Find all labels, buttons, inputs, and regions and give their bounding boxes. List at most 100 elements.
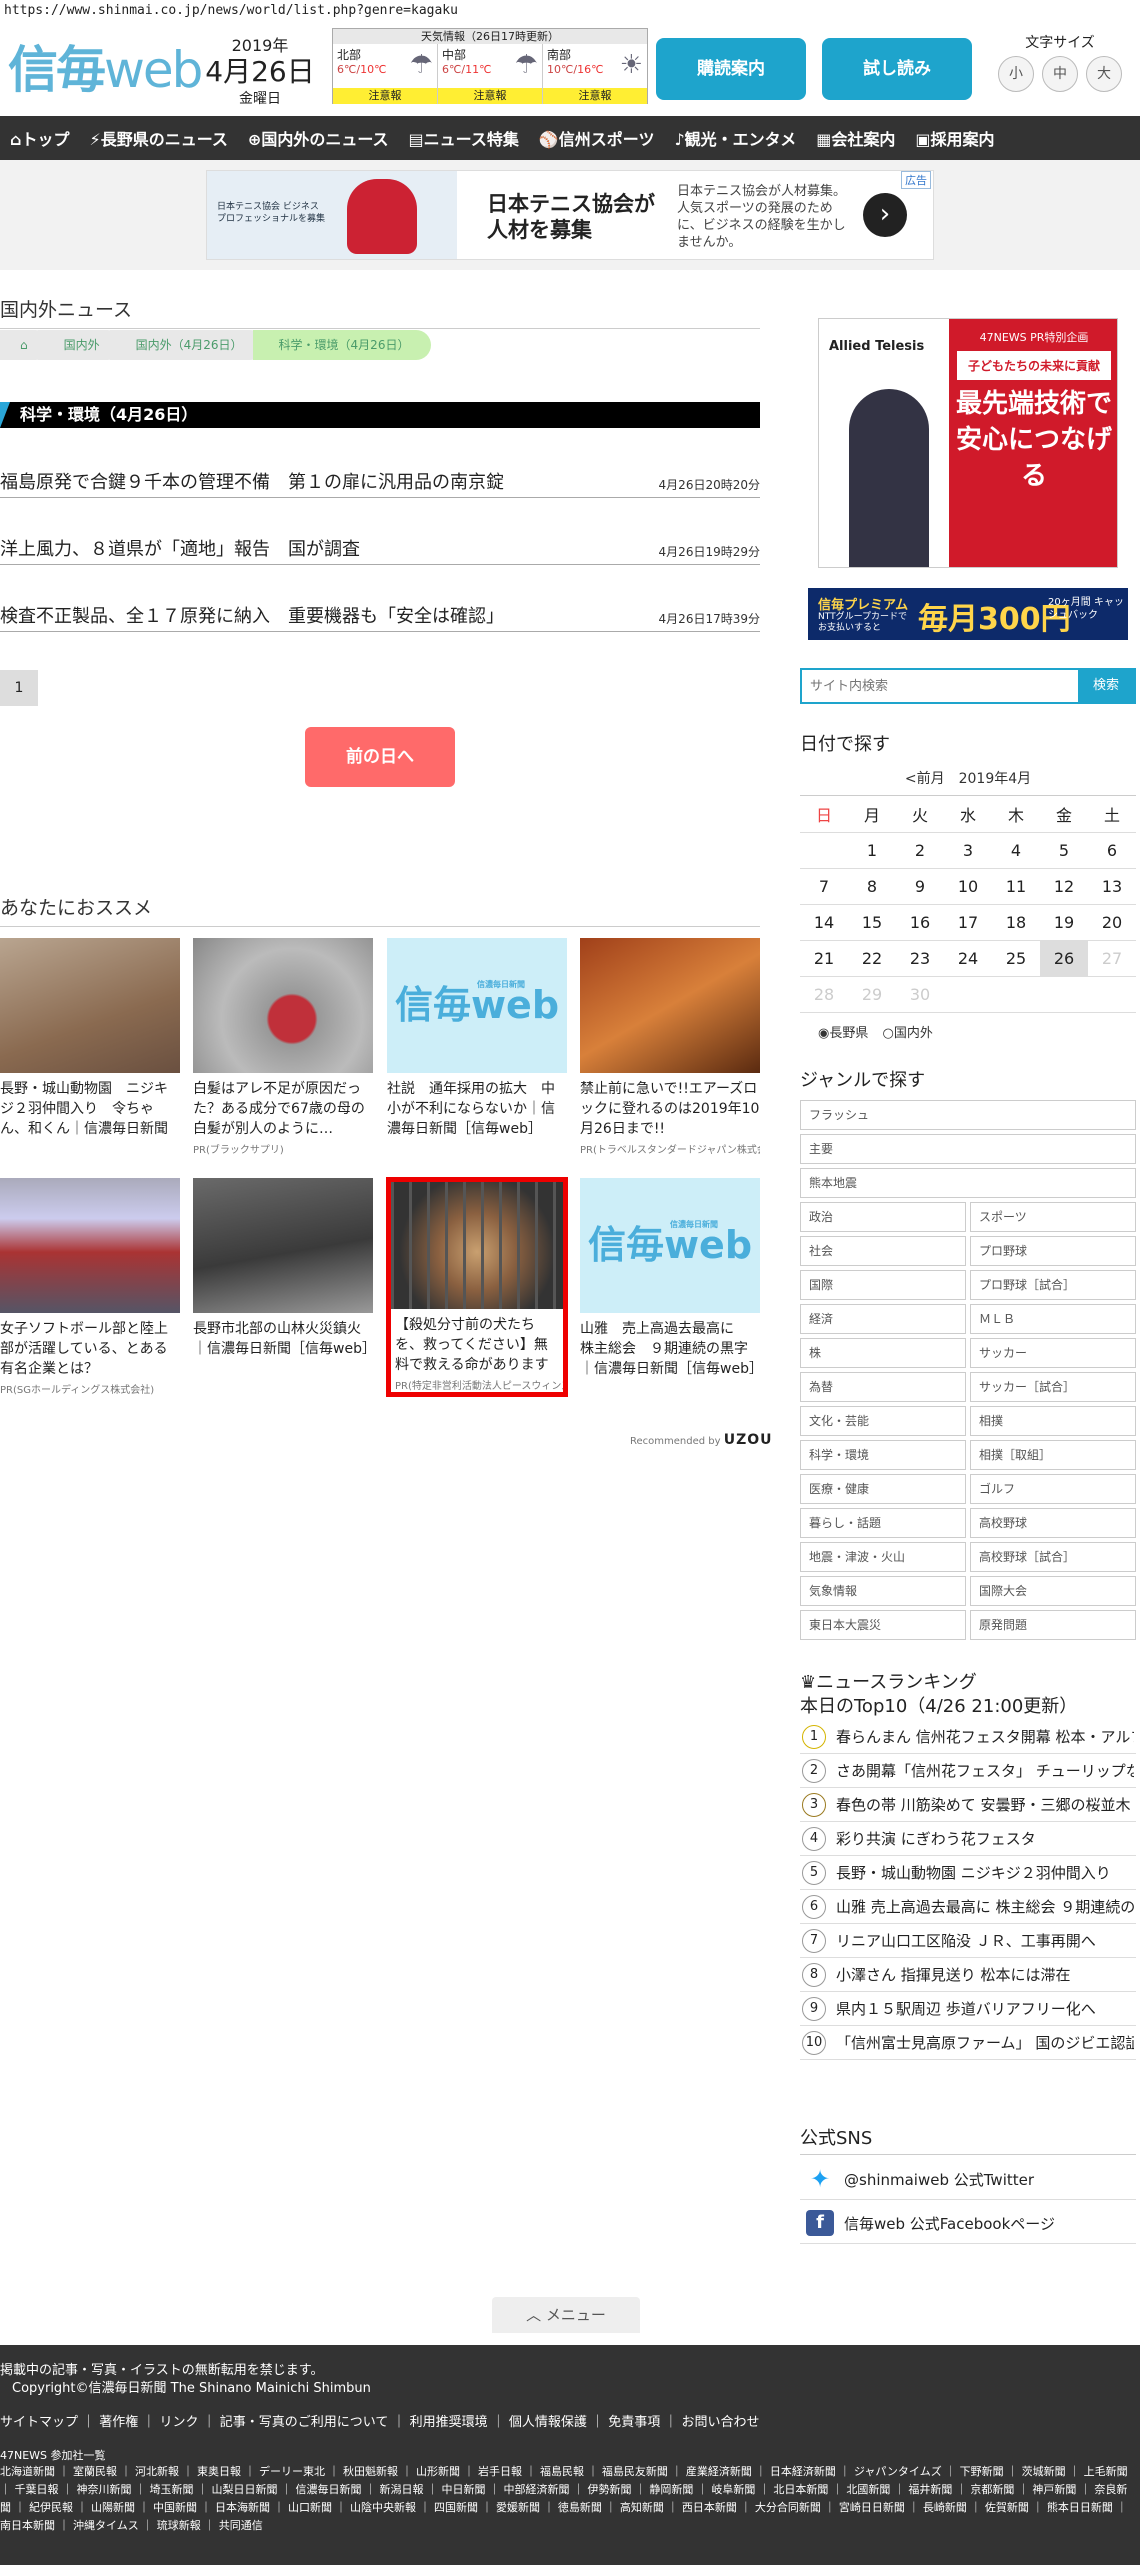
genre-item[interactable]: 為替 bbox=[800, 1372, 966, 1402]
genre-item[interactable]: 社会 bbox=[800, 1236, 966, 1266]
genre-item[interactable]: 暮らし・話題 bbox=[800, 1508, 966, 1538]
ranking-item[interactable]: 6 山雅 売上高過去最高に 株主総会 ９期連続の黒字 bbox=[800, 1890, 1136, 1924]
weather-region-north[interactable]: 北部 6℃/10℃ ☂ 注意報 bbox=[333, 44, 438, 104]
genre-item[interactable]: スポーツ bbox=[970, 1202, 1136, 1232]
weather-region-central[interactable]: 中部 6℃/11℃ ☂ 注意報 bbox=[438, 44, 543, 104]
calendar-day[interactable]: 18 bbox=[992, 904, 1040, 941]
recommended-by[interactable]: Recommended by UZOU bbox=[630, 1432, 773, 1448]
genre-item[interactable]: 地震・津波・火山 bbox=[800, 1542, 966, 1572]
side-ad[interactable]: Allied Telesis 47NEWS PR特別企画 子どもたちの未来に貢献… bbox=[818, 318, 1118, 568]
article-row[interactable]: 洋上風力、８道県が「適地」報告 国が調査 4月26日19時29分 bbox=[0, 535, 760, 565]
banner-ad[interactable]: 日本テニス協会 ビジネスプロフェッショナルを募集 日本テニス協会が人材を募集 日… bbox=[206, 170, 934, 260]
prev-day-button[interactable]: 前の日へ bbox=[305, 727, 455, 787]
calendar-day-today[interactable]: 26 bbox=[1040, 940, 1088, 977]
menu-toggle[interactable]: ︿ メニュー bbox=[492, 2297, 640, 2333]
trial-read-button[interactable]: 試し読み bbox=[822, 38, 972, 100]
genre-item[interactable]: 相撲［取組］ bbox=[970, 1440, 1136, 1470]
radio-nagano[interactable]: ◉長野県 bbox=[818, 1026, 868, 1041]
search-button[interactable]: 検索 bbox=[1078, 670, 1134, 702]
nav-sports[interactable]: ⚾信州スポーツ bbox=[529, 126, 665, 150]
nav-company[interactable]: ▦会社案内 bbox=[806, 126, 905, 150]
footer-member-list[interactable]: 北海道新聞 ｜ 室蘭民報 ｜ 河北新報 ｜ 東奥日報 ｜ デーリー東北 ｜ 秋田… bbox=[0, 2463, 1136, 2535]
nav-top[interactable]: ⌂トップ bbox=[0, 126, 79, 150]
ranking-item[interactable]: 1 春らんまん 信州花フェスタ開幕 松本・アルプス公園 bbox=[800, 1720, 1136, 1754]
genre-item[interactable]: ゴルフ bbox=[970, 1474, 1136, 1504]
calendar-day[interactable]: 1 bbox=[848, 832, 896, 869]
calendar-day[interactable]: 5 bbox=[1040, 832, 1088, 869]
calendar-day[interactable]: 13 bbox=[1088, 868, 1136, 905]
ranking-item[interactable]: 7 リニア山口工区陥没 ＪＲ、工事再開へ bbox=[800, 1924, 1136, 1958]
genre-item[interactable]: 高校野球［試合］ bbox=[970, 1542, 1136, 1572]
ranking-item-title[interactable]: 春らんまん 信州花フェスタ開幕 松本・アルプス公園 bbox=[836, 1726, 1134, 1747]
calendar-day[interactable]: 19 bbox=[1040, 904, 1088, 941]
genre-item[interactable]: フラッシュ bbox=[800, 1100, 1136, 1130]
weather-widget[interactable]: 天気情報（26日17時更新） 北部 6℃/10℃ ☂ 注意報 中部 6℃/11℃… bbox=[332, 28, 648, 104]
article-title[interactable]: 洋上風力、８道県が「適地」報告 国が調査 bbox=[0, 535, 360, 561]
genre-item[interactable]: 政治 bbox=[800, 1202, 966, 1232]
pagination-page-1[interactable]: 1 bbox=[0, 670, 38, 706]
calendar-day[interactable]: 20 bbox=[1088, 904, 1136, 941]
font-size-medium-button[interactable]: 中 bbox=[1042, 56, 1078, 92]
calendar-day[interactable]: 9 bbox=[896, 868, 944, 905]
card-text[interactable]: 【殺処分寸前の犬たちを、救ってください】無料で救える命があります bbox=[391, 1315, 563, 1375]
weather-region-south[interactable]: 南部 10℃/16℃ ☀ 注意報 bbox=[543, 44, 647, 104]
ranking-item-title[interactable]: 山雅 売上高過去最高に 株主総会 ９期連続の黒字 bbox=[836, 1896, 1134, 1917]
article-title[interactable]: 福島原発で合鍵９千本の管理不備 第１の扉に汎用品の南京錠 bbox=[0, 468, 504, 494]
recommend-card[interactable]: 信毎web 信濃毎日新聞 社説 通年採用の拡大 中小が不利にならないか｜信濃毎日新… bbox=[387, 938, 567, 1139]
genre-item[interactable]: 相撲 bbox=[970, 1406, 1136, 1436]
genre-item[interactable]: 国際 bbox=[800, 1270, 966, 1300]
genre-item[interactable]: サッカー［試合］ bbox=[970, 1372, 1136, 1402]
recommend-card[interactable]: 長野市北部の山林火災鎮火｜信濃毎日新聞［信毎web］ bbox=[193, 1178, 373, 1379]
card-text[interactable]: 女子ソフトボール部と陸上部が活躍している、とある有名企業とは？ bbox=[0, 1319, 180, 1379]
genre-item[interactable]: 株 bbox=[800, 1338, 966, 1368]
card-text[interactable]: 長野市北部の山林火災鎮火｜信濃毎日新聞［信毎web］ bbox=[193, 1319, 373, 1379]
ad-tag[interactable]: 広告 bbox=[901, 171, 931, 189]
ranking-item-title[interactable]: 小澤さん 指揮見送り 松本には滞在 bbox=[836, 1964, 1134, 1985]
ranking-item-title[interactable]: 「信州富士見高原ファーム」 国のジビエ認証 bbox=[836, 2032, 1134, 2053]
ranking-item[interactable]: 8 小澤さん 指揮見送り 松本には滞在 bbox=[800, 1958, 1136, 1992]
footer-links[interactable]: サイトマップ ｜ 著作権 ｜ リンク ｜ 記事・写真のご利用について ｜ 利用推… bbox=[0, 2411, 759, 2430]
calendar-day[interactable]: 14 bbox=[800, 904, 848, 941]
ranking-item-title[interactable]: リニア山口工区陥没 ＪＲ、工事再開へ bbox=[836, 1930, 1134, 1951]
genre-item[interactable]: 医療・健康 bbox=[800, 1474, 966, 1504]
ranking-item-title[interactable]: さあ開幕「信州花フェスタ」 チューリップなど見頃 bbox=[836, 1760, 1134, 1781]
recommend-card[interactable]: 白髪はアレ不足が原因だった？ある成分で67歳の母の白髪が別人のように… PR(ブ… bbox=[193, 938, 373, 1156]
calendar-day[interactable]: 3 bbox=[944, 832, 992, 869]
calendar-day[interactable]: 11 bbox=[992, 868, 1040, 905]
article-row[interactable]: 福島原発で合鍵９千本の管理不備 第１の扉に汎用品の南京錠 4月26日20時20分 bbox=[0, 468, 760, 498]
article-title[interactable]: 検査不正製品、全１７原発に納入 重要機器も「安全は確認」 bbox=[0, 602, 504, 628]
genre-item[interactable]: 原発問題 bbox=[970, 1610, 1136, 1640]
recommend-card-highlighted[interactable]: 【殺処分寸前の犬たちを、救ってください】無料で救える命があります PR(特定非営… bbox=[386, 1177, 568, 1397]
ranking-item[interactable]: 9 県内１５駅周辺 歩道バリアフリー化へ bbox=[800, 1992, 1136, 2026]
genre-item[interactable]: 気象情報 bbox=[800, 1576, 966, 1606]
ranking-item[interactable]: 2 さあ開幕「信州花フェスタ」 チューリップなど見頃 bbox=[800, 1754, 1136, 1788]
calendar-day[interactable]: 17 bbox=[944, 904, 992, 941]
calendar-day[interactable]: 10 bbox=[944, 868, 992, 905]
ranking-item-title[interactable]: 春色の帯 川筋染めて 安曇野・三郷の桜並木 bbox=[836, 1794, 1134, 1815]
genre-item[interactable]: ＭＬＢ bbox=[970, 1304, 1136, 1334]
calendar-day[interactable]: 21 bbox=[800, 940, 848, 977]
sns-twitter[interactable]: ✦ @shinmaiweb 公式Twitter bbox=[800, 2158, 1136, 2200]
nav-entertainment[interactable]: ♪観光・エンタメ bbox=[664, 126, 806, 150]
genre-item[interactable]: 文化・芸能 bbox=[800, 1406, 966, 1436]
recommend-card[interactable]: 女子ソフトボール部と陸上部が活躍している、とある有名企業とは？ PR(SGホール… bbox=[0, 1178, 180, 1396]
subscribe-button[interactable]: 購読案内 bbox=[656, 38, 806, 100]
ranking-item[interactable]: 10 「信州富士見高原ファーム」 国のジビエ認証 bbox=[800, 2026, 1136, 2060]
genre-item[interactable]: サッカー bbox=[970, 1338, 1136, 1368]
genre-item[interactable]: 東日本大震災 bbox=[800, 1610, 966, 1640]
calendar-day[interactable]: 7 bbox=[800, 868, 848, 905]
calendar-day[interactable]: 24 bbox=[944, 940, 992, 977]
calendar-day[interactable]: 22 bbox=[848, 940, 896, 977]
card-text[interactable]: 山雅 売上高過去最高に 株主総会 ９期連続の黒字｜信濃毎日新聞［信毎web］ bbox=[580, 1319, 760, 1379]
card-text[interactable]: 白髪はアレ不足が原因だった？ある成分で67歳の母の白髪が別人のように… bbox=[193, 1079, 373, 1139]
ranking-item[interactable]: 4 彩り共演 にぎわう花フェスタ bbox=[800, 1822, 1136, 1856]
nav-nagano-news[interactable]: ⚡長野県のニュース bbox=[79, 126, 237, 150]
ranking-item-title[interactable]: 長野・城山動物園 ニジキジ２羽仲間入り bbox=[836, 1862, 1134, 1883]
card-text[interactable]: 禁止前に急いで!!エアーズロックに登れるのは2019年10月26日まで!! bbox=[580, 1079, 760, 1139]
recommend-card[interactable]: 信毎web 信濃毎日新聞 山雅 売上高過去最高に 株主総会 ９期連続の黒字｜信濃毎… bbox=[580, 1178, 760, 1379]
calendar-day[interactable]: 16 bbox=[896, 904, 944, 941]
calendar-day[interactable]: 4 bbox=[992, 832, 1040, 869]
sns-twitter-label[interactable]: @shinmaiweb 公式Twitter bbox=[844, 2169, 1034, 2190]
nav-world-news[interactable]: ⊕国内外のニュース bbox=[238, 126, 399, 150]
calendar-prev-month[interactable]: <前月 bbox=[905, 771, 945, 787]
